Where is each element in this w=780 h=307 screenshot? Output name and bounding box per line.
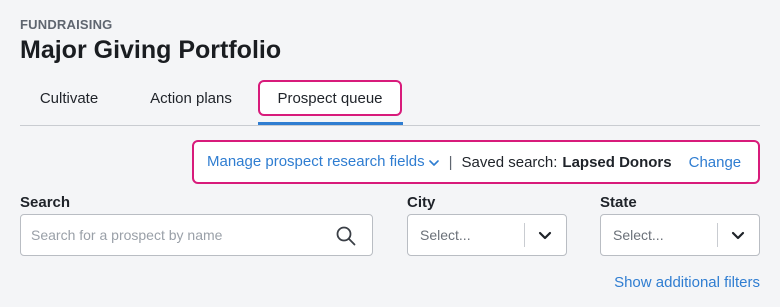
search-field xyxy=(20,214,373,256)
saved-search-value: Lapsed Donors xyxy=(562,153,672,171)
section-eyebrow: FUNDRAISING xyxy=(20,17,113,32)
state-select[interactable]: Select... xyxy=(600,214,760,256)
saved-search-bar: Manage prospect research fields | Saved … xyxy=(192,140,760,184)
state-select-value: Select... xyxy=(613,227,664,243)
tab-cultivate[interactable]: Cultivate xyxy=(20,80,118,116)
separator: | xyxy=(448,153,453,171)
state-label: State xyxy=(600,194,637,211)
search-icon[interactable] xyxy=(336,226,356,251)
search-input[interactable] xyxy=(31,215,331,255)
show-additional-filters-link[interactable]: Show additional filters xyxy=(614,274,760,291)
tab-bar: Cultivate Action plans Prospect queue xyxy=(20,78,760,126)
search-label: Search xyxy=(20,194,71,211)
chevron-down-icon xyxy=(428,154,439,171)
city-select[interactable]: Select... xyxy=(407,214,567,256)
chevron-down-icon[interactable] xyxy=(538,229,552,247)
city-label: City xyxy=(407,194,436,211)
select-divider xyxy=(717,223,718,247)
manage-prospect-research-fields-link[interactable]: Manage prospect research fields xyxy=(207,153,439,171)
active-tab-indicator xyxy=(258,122,403,125)
tab-action-plans[interactable]: Action plans xyxy=(132,80,250,116)
page-title: Major Giving Portfolio xyxy=(20,36,282,64)
city-select-value: Select... xyxy=(420,227,471,243)
chevron-down-icon[interactable] xyxy=(731,229,745,247)
saved-search-label: Saved search: xyxy=(461,153,558,171)
manage-fields-label: Manage prospect research fields xyxy=(207,153,425,171)
tab-prospect-queue[interactable]: Prospect queue xyxy=(258,80,402,116)
change-saved-search-link[interactable]: Change xyxy=(689,154,742,171)
select-divider xyxy=(524,223,525,247)
